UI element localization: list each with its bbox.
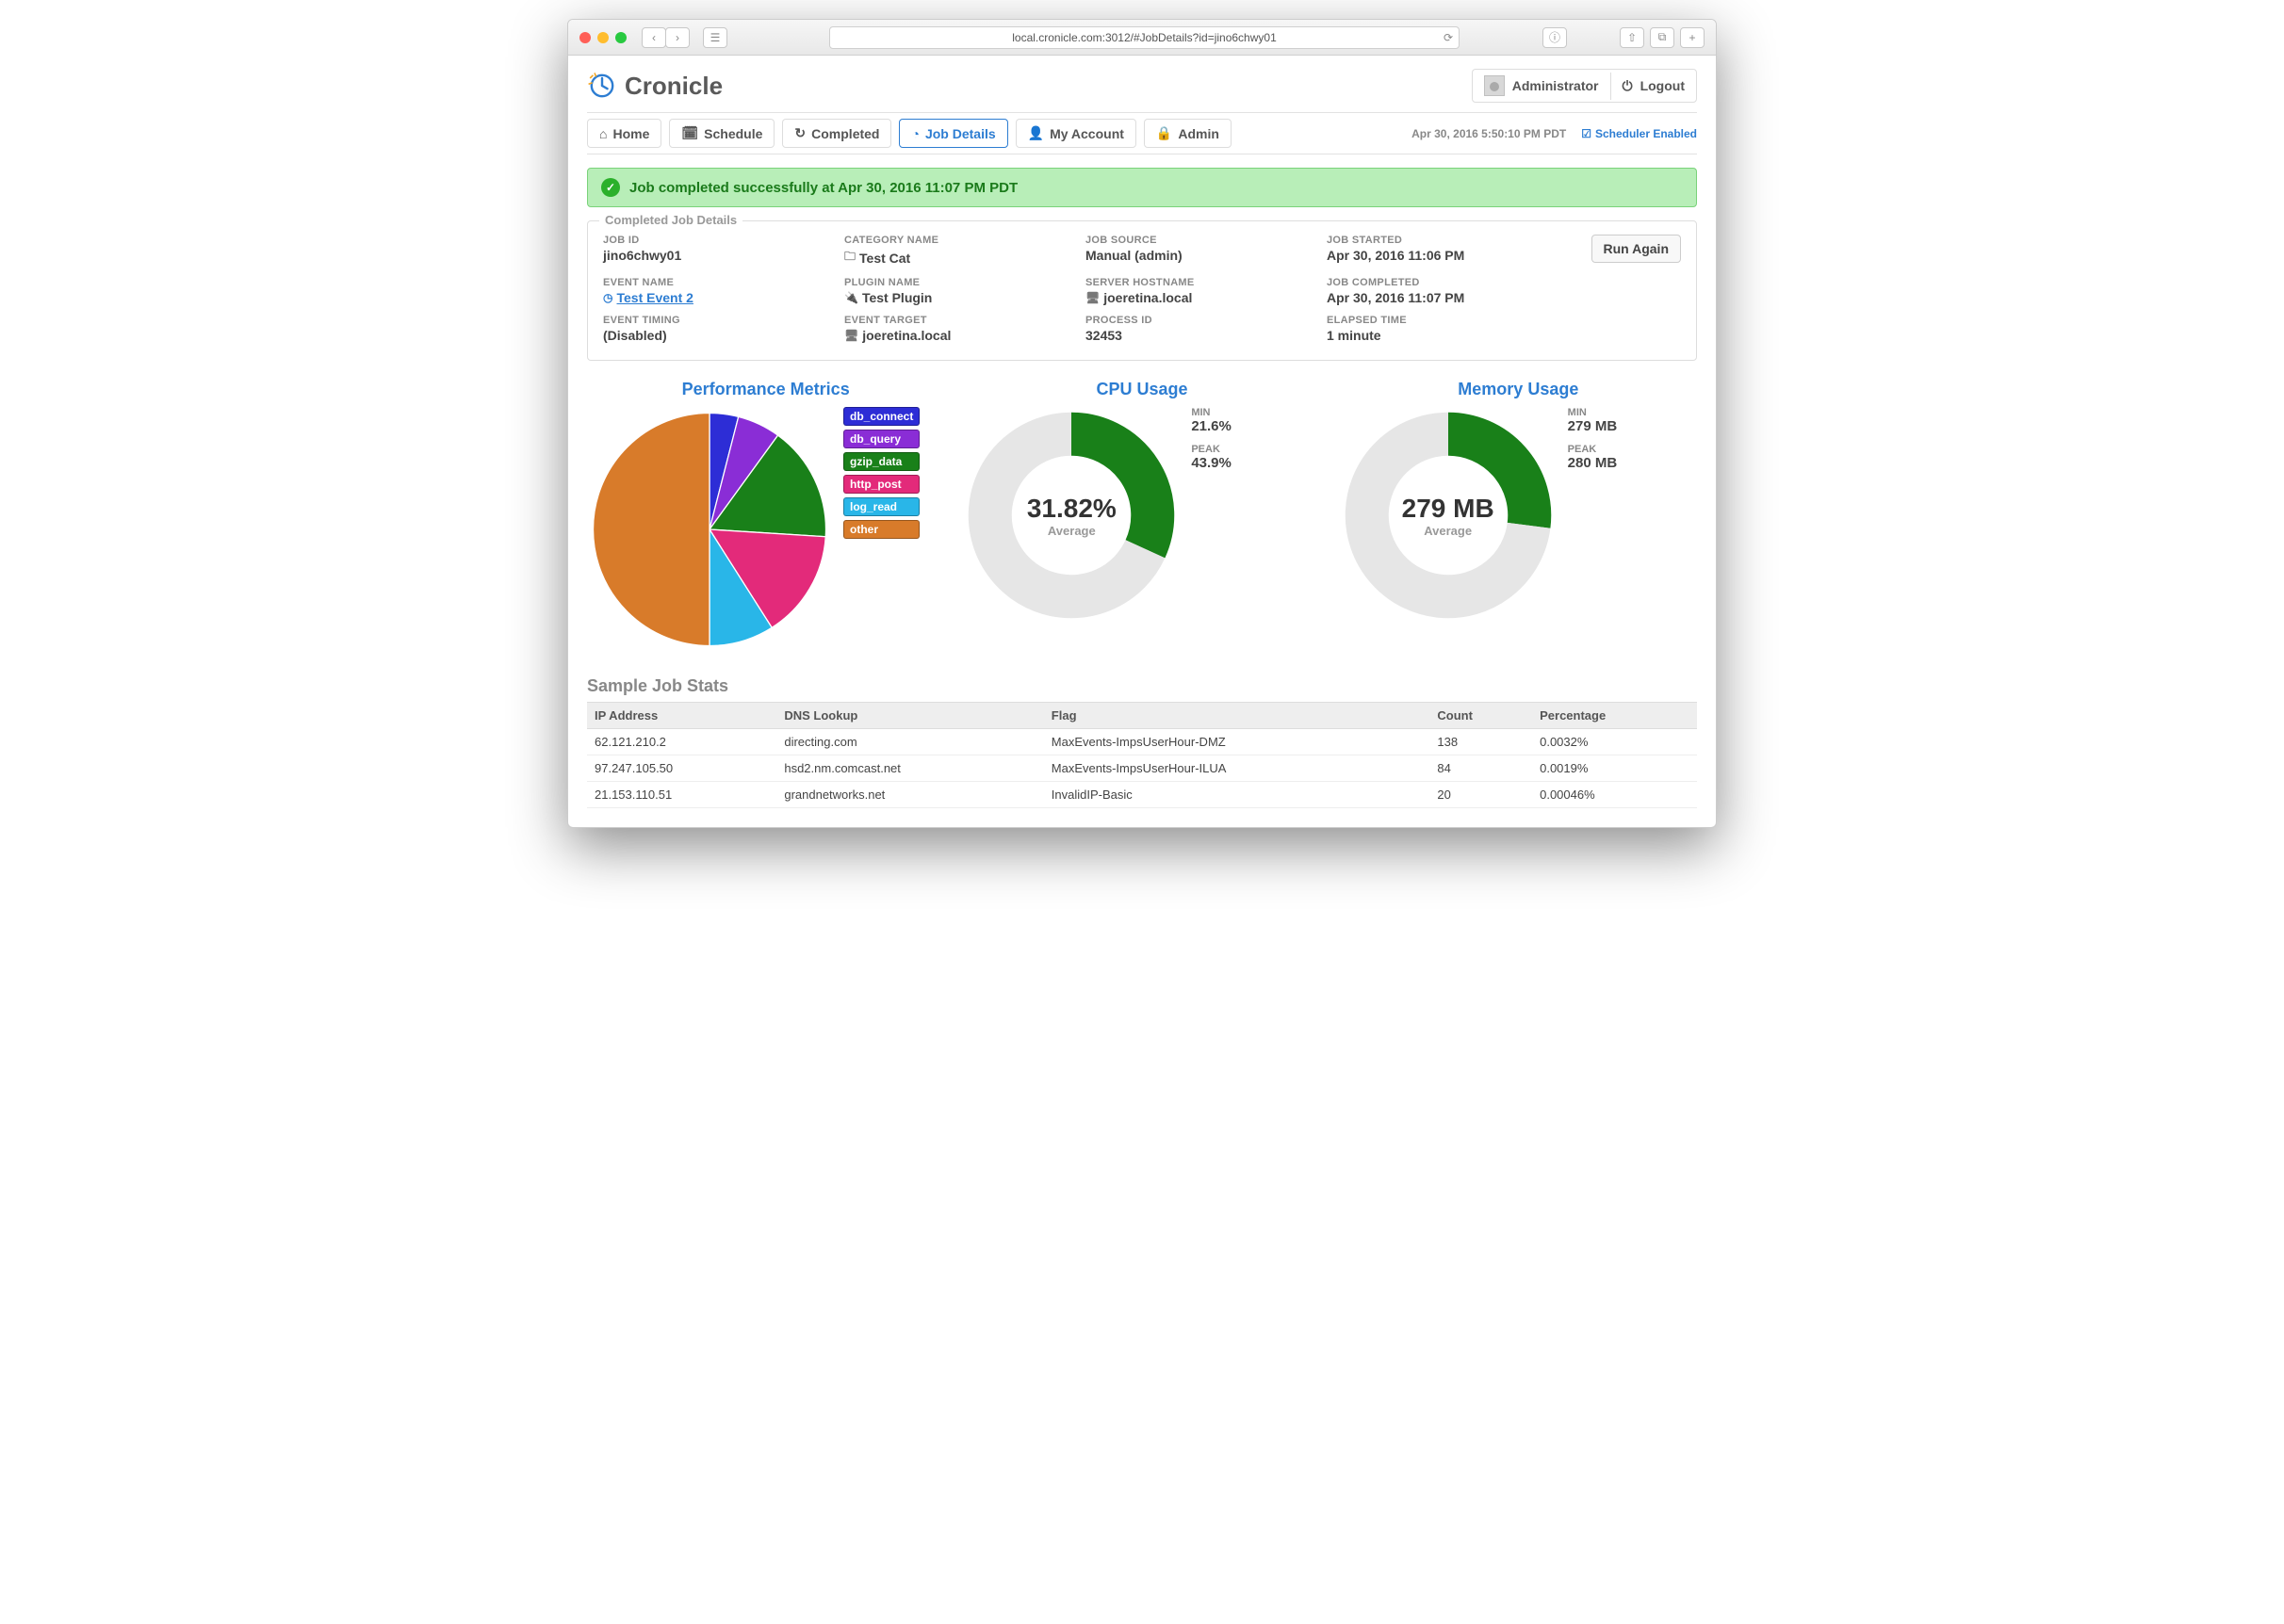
perf-legend: db_connect db_query gzip_data http_post log_… — [843, 407, 920, 539]
plug-icon: 🔌 — [844, 291, 858, 304]
close-window-icon[interactable] — [579, 32, 591, 43]
reader-icon[interactable]: ⓘ — [1542, 27, 1567, 48]
legend-other: other — [843, 520, 920, 539]
cpu-peak-value: 43.9% — [1191, 455, 1232, 471]
sidebar-toggle-icon[interactable]: ☰ — [703, 27, 727, 48]
power-icon: ⏻ — [1623, 78, 1633, 94]
legend-http_post: http_post — [843, 475, 920, 494]
calendar-icon: 🗓 — [681, 125, 698, 141]
check-icon: ☑ — [1581, 127, 1591, 140]
brand-name: Cronicle — [625, 72, 723, 101]
perf-pie-chart — [587, 407, 832, 652]
table-row: 21.153.110.51grandnetworks.netInvalidIP-… — [587, 782, 1697, 808]
folder-icon: 🗀 — [844, 248, 856, 268]
minimize-window-icon[interactable] — [597, 32, 609, 43]
person-icon: 👤 — [1028, 125, 1044, 141]
col-flag: Flag — [1044, 703, 1430, 729]
scheduler-toggle[interactable]: ☑ Scheduler Enabled — [1581, 127, 1697, 140]
logout-button[interactable]: ⏻ Logout — [1610, 73, 1697, 100]
chart-memory: Memory Usage 279 MB Average MIN 279 MB — [1340, 380, 1697, 652]
brand-logo-icon — [587, 71, 617, 101]
field-plugin: PLUGIN NAME 🔌Test Plugin — [844, 277, 1067, 305]
stats-table-section: Sample Job Stats IP AddressDNS LookupFla… — [587, 676, 1697, 808]
col-count: Count — [1429, 703, 1532, 729]
server-icon: 🖥 — [844, 329, 858, 342]
cpu-avg-value: 31.82% — [1027, 494, 1117, 524]
stats-table: IP AddressDNS LookupFlagCountPercentage … — [587, 702, 1697, 808]
refresh-icon: ↻ — [794, 125, 806, 141]
mem-peak-value: 280 MB — [1568, 455, 1618, 471]
run-again-button[interactable]: Run Again — [1591, 235, 1681, 263]
table-row: 62.121.210.2directing.comMaxEvents-ImpsU… — [587, 729, 1697, 755]
field-category: CATEGORY NAME 🗀Test Cat — [844, 235, 1067, 268]
event-link[interactable]: Test Event 2 — [616, 290, 693, 305]
page-timestamp: Apr 30, 2016 5:50:10 PM PDT — [1411, 127, 1566, 140]
zoom-window-icon[interactable] — [615, 32, 627, 43]
mem-avg-value: 279 MB — [1402, 494, 1494, 524]
success-alert: ✓ Job completed successfully at Apr 30, … — [587, 168, 1697, 207]
tabs-icon[interactable]: ⧉ — [1650, 27, 1674, 48]
forward-button[interactable]: › — [665, 27, 690, 48]
col-percentage: Percentage — [1532, 703, 1697, 729]
cpu-avg-label: Average — [1048, 524, 1096, 538]
tab-job-details[interactable]: ◔Job Details — [899, 119, 1007, 148]
cpu-min-value: 21.6% — [1191, 418, 1232, 434]
field-hostname: SERVER HOSTNAME 🖥joeretina.local — [1085, 277, 1308, 305]
share-icon[interactable]: ⇧ — [1620, 27, 1644, 48]
legend-db_connect: db_connect — [843, 407, 920, 426]
pie-icon: ◔ — [911, 126, 919, 141]
url-text: local.cronicle.com:3012/#JobDetails?id=j… — [1012, 31, 1277, 44]
legend-gzip_data: gzip_data — [843, 452, 920, 471]
titlebar: ‹ › ☰ local.cronicle.com:3012/#JobDetail… — [568, 20, 1716, 56]
user-menu[interactable]: Administrator — [1473, 70, 1610, 102]
user-box: Administrator ⏻ Logout — [1472, 69, 1697, 103]
avatar-icon — [1484, 75, 1505, 96]
house-icon: ⌂ — [599, 126, 607, 141]
address-bar[interactable]: local.cronicle.com:3012/#JobDetails?id=j… — [829, 26, 1460, 49]
field-source: JOB SOURCE Manual (admin) — [1085, 235, 1308, 268]
mem-avg-label: Average — [1424, 524, 1472, 538]
logout-label: Logout — [1640, 78, 1685, 93]
job-details-panel: Completed Job Details JOB ID jino6chwy01… — [587, 220, 1697, 361]
field-target: EVENT TARGET 🖥joeretina.local — [844, 315, 1067, 343]
field-event-name: EVENT NAME ◷Test Event 2 — [603, 277, 825, 305]
new-tab-icon[interactable]: + — [1680, 27, 1705, 48]
stats-table-title: Sample Job Stats — [587, 676, 1697, 696]
panel-title: Completed Job Details — [599, 213, 742, 227]
main-nav: ⌂Home 🗓Schedule↻Completed ◔Job Details 👤My … — [587, 112, 1697, 154]
tab-completed[interactable]: ↻Completed — [782, 119, 891, 148]
field-pid: PROCESS ID 32453 — [1085, 315, 1308, 343]
field-job-id: JOB ID jino6chwy01 — [603, 235, 825, 268]
legend-log_read: log_read — [843, 497, 920, 516]
browser-window: ‹ › ☰ local.cronicle.com:3012/#JobDetail… — [567, 19, 1717, 828]
tab-schedule[interactable]: 🗓Schedule — [669, 119, 775, 148]
legend-db_query: db_query — [843, 430, 920, 448]
checkmark-icon: ✓ — [601, 178, 620, 197]
col-ip-address: IP Address — [587, 703, 776, 729]
reload-icon[interactable]: ⟳ — [1444, 31, 1453, 44]
tab-home[interactable]: ⌂Home — [587, 119, 661, 148]
field-timing: EVENT TIMING (Disabled) — [603, 315, 825, 343]
server-icon: 🖥 — [1085, 291, 1100, 304]
tab-my-account[interactable]: 👤My Account — [1016, 119, 1136, 148]
field-elapsed: ELAPSED TIME 1 minute — [1327, 315, 1549, 343]
table-row: 97.247.105.50hsd2.nm.comcast.netMaxEvent… — [587, 755, 1697, 782]
chart-performance: Performance Metrics db_connectdb_querygz… — [587, 380, 944, 652]
back-button[interactable]: ‹ — [642, 27, 666, 48]
window-controls — [579, 32, 627, 43]
mem-min-value: 279 MB — [1568, 418, 1618, 434]
field-started: JOB STARTED Apr 30, 2016 11:06 PM — [1327, 235, 1549, 268]
lock-icon: 🔒 — [1156, 125, 1172, 141]
alert-message: Job completed successfully at Apr 30, 20… — [629, 180, 1018, 196]
field-completed: JOB COMPLETED Apr 30, 2016 11:07 PM — [1327, 277, 1549, 305]
user-name: Administrator — [1512, 78, 1599, 93]
brand[interactable]: Cronicle — [587, 71, 723, 101]
chart-cpu: CPU Usage 31.82% Average MIN 21.6% — [963, 380, 1320, 652]
clock-icon: ◷ — [603, 291, 612, 304]
tab-admin[interactable]: 🔒Admin — [1144, 119, 1232, 148]
col-dns-lookup: DNS Lookup — [776, 703, 1043, 729]
